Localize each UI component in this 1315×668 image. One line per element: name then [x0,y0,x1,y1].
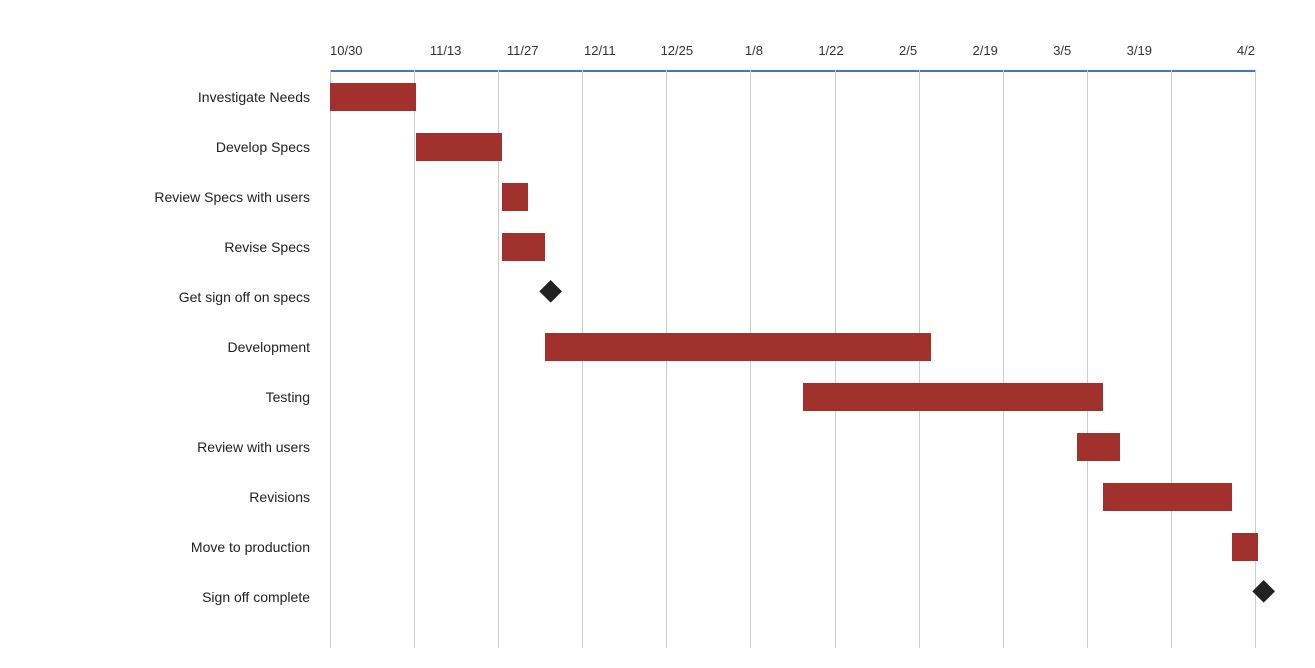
task-label: Investigate Needs [10,89,330,105]
gantt-bar [545,333,932,361]
date-label: 10/30 [330,43,407,58]
table-row: Review with users [10,422,1275,472]
chart-inner: 10/3011/1311/2712/1112/251/81/222/52/193… [10,30,1275,648]
task-label: Develop Specs [10,139,330,155]
gantt-bar [1232,533,1258,561]
gantt-bar [803,383,1104,411]
task-label: Move to production [10,539,330,555]
task-bar-area [330,122,1275,172]
date-header: 10/3011/1311/2712/1112/251/81/222/52/193… [330,30,1255,70]
task-bar-area [330,222,1275,272]
date-label: 12/11 [561,43,638,58]
task-label: Review with users [10,439,330,455]
date-label: 11/27 [484,43,561,58]
table-row: Sign off complete [10,572,1275,622]
task-bar-area [330,172,1275,222]
date-label: 4/2 [1178,43,1255,58]
date-label: 3/19 [1101,43,1178,58]
milestone-diamond [539,280,562,303]
table-row: Revise Specs [10,222,1275,272]
task-bar-area [330,322,1275,372]
table-row: Get sign off on specs [10,272,1275,322]
table-row: Investigate Needs [10,72,1275,122]
task-bar-area [330,272,1275,322]
gantt-bar [330,83,416,111]
table-row: Development [10,322,1275,372]
table-row: Revisions [10,472,1275,522]
task-bar-area [330,72,1275,122]
date-label: 12/25 [638,43,715,58]
task-label: Testing [10,389,330,405]
date-label: 2/19 [947,43,1024,58]
task-label: Get sign off on specs [10,289,330,305]
chart-container: 10/3011/1311/2712/1112/251/81/222/52/193… [0,0,1315,668]
date-label: 2/5 [870,43,947,58]
task-label: Revise Specs [10,239,330,255]
date-label: 3/5 [1024,43,1101,58]
table-row: Testing [10,372,1275,422]
task-bar-area [330,522,1275,572]
task-label: Revisions [10,489,330,505]
task-bar-area [330,372,1275,422]
gantt-bar [1077,433,1120,461]
tasks-area: Investigate Needs Develop Specs Review Spe… [10,72,1275,648]
table-row: Review Specs with users [10,172,1275,222]
task-label: Review Specs with users [10,189,330,205]
table-row: Move to production [10,522,1275,572]
gantt-bar [502,233,545,261]
task-bar-area [330,422,1275,472]
task-label: Sign off complete [10,589,330,605]
date-label: 1/22 [792,43,869,58]
milestone-diamond [1252,580,1275,603]
date-label: 11/13 [407,43,484,58]
gantt-bar [416,133,502,161]
gantt-bar [1103,483,1232,511]
task-bar-area [330,472,1275,522]
date-label: 1/8 [715,43,792,58]
task-label: Development [10,339,330,355]
task-bar-area [330,572,1275,622]
gantt-bar [502,183,528,211]
table-row: Develop Specs [10,122,1275,172]
